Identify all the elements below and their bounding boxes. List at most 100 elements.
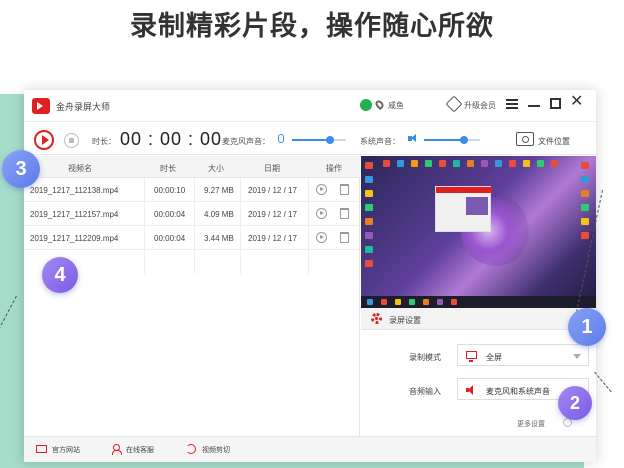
play-icon[interactable]	[316, 184, 327, 195]
menu-icon[interactable]	[506, 99, 518, 109]
record-mode-value: 全屏	[486, 353, 502, 362]
mini-app-window	[435, 186, 492, 232]
desktop-app-icon	[581, 162, 589, 169]
file-size: 4.09 MB	[204, 210, 234, 219]
callout-badge-1: 1	[568, 308, 606, 346]
speaker-icon[interactable]	[408, 134, 418, 143]
mic-volume-knob[interactable]	[326, 136, 334, 144]
file-duration: 00:00:04	[154, 234, 186, 243]
desktop-app-icon	[523, 160, 530, 167]
headline: 录制精彩片段，操作随心所欲	[130, 11, 494, 42]
maximize-icon[interactable]	[550, 98, 561, 109]
desktop-app-icon	[467, 160, 474, 167]
user-name[interactable]: 咸鱼	[388, 100, 404, 111]
file-name: 2019_1217_112209.mp4	[30, 234, 119, 243]
file-date: 2019 / 12 / 17	[248, 186, 297, 195]
desktop-icons-top	[383, 160, 573, 170]
trash-icon[interactable]	[340, 184, 349, 195]
table-row[interactable]: 2019_1217_112157.mp4 00:00:04 4.09 MB 20…	[24, 202, 360, 226]
file-size: 9.27 MB	[204, 186, 234, 195]
taskbar-icon	[367, 299, 373, 305]
microphone-icon[interactable]	[278, 134, 284, 143]
desktop-app-icon	[365, 176, 373, 183]
desktop-app-icon	[365, 162, 373, 169]
desktop-app-icon	[581, 176, 589, 183]
monitor-icon	[466, 351, 477, 362]
audio-input-label: 音频输入	[409, 387, 441, 396]
table-row[interactable]: 2019_1217_112209.mp4 00:00:04 3.44 MB 20…	[24, 226, 360, 250]
system-volume-slider[interactable]	[424, 136, 480, 144]
callout-badge-3: 3	[2, 150, 40, 188]
record-mode-label: 录制模式	[409, 353, 441, 362]
trash-icon[interactable]	[340, 208, 349, 219]
vip-diamond-icon[interactable]	[445, 95, 463, 113]
column-header-date: 日期	[264, 164, 280, 173]
system-volume-label: 系统声音：	[360, 137, 400, 146]
desktop-app-icon	[365, 260, 373, 267]
desktop-app-icon	[425, 160, 432, 167]
official-website-link[interactable]: 官方网站	[52, 445, 80, 455]
play-icon[interactable]	[316, 232, 327, 243]
file-duration: 00:00:04	[154, 210, 186, 219]
upgrade-vip-button[interactable]: 升级会员	[464, 100, 496, 111]
duration-label: 时长：	[92, 137, 116, 146]
duration-timer: 00 : 00 : 00	[120, 129, 223, 149]
desktop-app-icon	[439, 160, 446, 167]
scissors-icon[interactable]	[186, 444, 196, 454]
audio-input-value: 麦克风和系统声音	[486, 387, 550, 396]
gear-icon	[371, 313, 382, 324]
play-icon[interactable]	[316, 208, 327, 219]
desktop-app-icon	[581, 190, 589, 197]
taskbar-icon	[451, 299, 457, 305]
app-title: 金舟录屏大师	[56, 102, 111, 112]
website-icon[interactable]	[36, 445, 47, 453]
desktop-app-icon	[495, 160, 502, 167]
desktop-app-icon	[365, 218, 373, 225]
callout-badge-4: 4	[42, 257, 78, 293]
minimize-icon[interactable]	[528, 105, 540, 107]
column-header-name: 视频名	[68, 164, 92, 173]
desktop-app-icon	[551, 160, 558, 167]
file-name: 2019_1217_112157.mp4	[30, 210, 119, 219]
folder-icon[interactable]	[516, 132, 534, 146]
taskbar-icon	[395, 299, 401, 305]
file-date: 2019 / 12 / 17	[248, 234, 297, 243]
start-record-button[interactable]	[34, 130, 54, 150]
file-size: 3.44 MB	[204, 234, 234, 243]
taskbar-icon	[381, 299, 387, 305]
desktop-app-icon	[481, 160, 488, 167]
desktop-app-icon	[537, 160, 544, 167]
record-mode-select[interactable]: 全屏	[457, 344, 589, 366]
app-logo-icon	[32, 98, 50, 114]
callout-badge-2: 2	[558, 386, 592, 420]
stop-record-button[interactable]	[64, 133, 79, 148]
mic-volume-label: 麦克风声音：	[222, 137, 270, 146]
desktop-app-icon	[509, 160, 516, 167]
trash-icon[interactable]	[340, 232, 349, 243]
record-settings-panel: 录屏设置 录制模式 全屏 音频输入 麦克风和系统声音 更多设置	[361, 308, 596, 436]
file-duration: 00:00:10	[154, 186, 186, 195]
more-settings-link[interactable]: 更多设置	[517, 419, 545, 429]
mic-volume-fill	[292, 139, 330, 141]
video-cut-link[interactable]: 视频剪切	[202, 445, 230, 455]
desktop-icons-left	[365, 162, 375, 292]
system-volume-knob[interactable]	[460, 136, 468, 144]
desktop-app-icon	[383, 160, 390, 167]
file-name: 2019_1217_112138.mp4	[30, 186, 119, 195]
online-support-link[interactable]: 在线客服	[126, 445, 154, 455]
desktop-app-icon	[365, 246, 373, 253]
desktop-app-icon	[365, 232, 373, 239]
customer-service-icon[interactable]	[112, 444, 122, 455]
table-row[interactable]: 2019_1217_112138.mp4 00:00:10 9.27 MB 20…	[24, 178, 360, 202]
close-icon[interactable]: ✕	[570, 94, 583, 110]
recorded-file-list: 视频名 时长 大小 日期 操作 2019_1217_112138.mp4 00:…	[24, 156, 360, 436]
settings-header: 录屏设置	[361, 308, 596, 330]
chevron-down-icon[interactable]	[573, 354, 581, 359]
desktop-app-icon	[581, 218, 589, 225]
taskbar-icon	[437, 299, 443, 305]
file-location-button[interactable]: 文件位置	[538, 136, 570, 147]
app-window: 金舟录屏大师 咸鱼 升级会员 ✕ 时长： 00 : 00 : 00 麦克风声音：…	[24, 90, 596, 462]
wechat-icon[interactable]	[360, 99, 372, 111]
mic-volume-slider[interactable]	[292, 136, 346, 144]
system-volume-fill	[424, 139, 464, 141]
